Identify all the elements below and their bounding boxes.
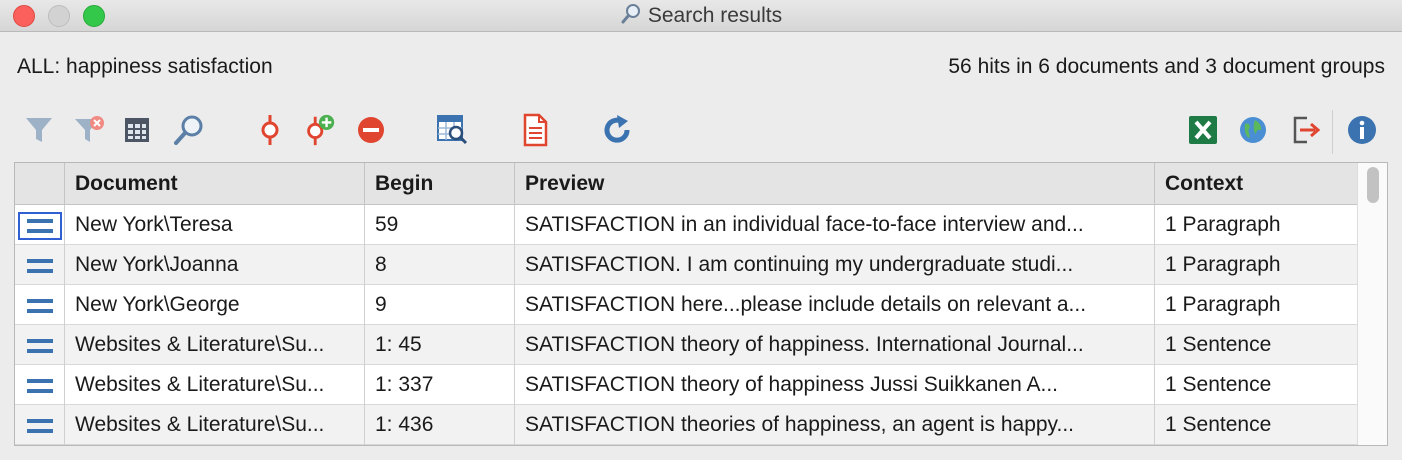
web-export-button[interactable] [1235, 112, 1271, 148]
begin-cell: 1: 337 [365, 365, 515, 405]
magnifier-icon [621, 4, 640, 24]
context-cell: 1 Paragraph [1165, 293, 1281, 316]
info-icon [1348, 116, 1376, 144]
hits-summary: 56 hits in 6 documents and 3 document gr… [948, 55, 1385, 78]
row-open-button[interactable] [18, 252, 62, 280]
title-bar: Search results [0, 0, 1402, 32]
preview-cell: SATISFACTION. I am continuing my undergr… [515, 245, 1155, 285]
columns-button[interactable] [119, 112, 155, 148]
column-header-begin[interactable]: Begin [365, 163, 515, 205]
preview-cell: SATISFACTION theory of happiness. Intern… [515, 325, 1155, 365]
column-header-icon[interactable] [15, 163, 65, 205]
web-export-icon [1240, 117, 1266, 143]
row-icon-cell[interactable] [15, 245, 65, 285]
refresh-icon [604, 115, 630, 143]
table-row[interactable]: New York\George 9 SATISFACTION here...pl… [15, 285, 1357, 325]
document-cell: Websites & Literature\Su... [65, 365, 365, 405]
results-table: Document Begin Preview Context New York\… [14, 162, 1388, 446]
document-cell: Websites & Literature\Su... [65, 405, 365, 445]
table-header: Document Begin Preview Context [15, 163, 1357, 205]
table-search-icon [437, 115, 468, 145]
refresh-button[interactable] [599, 112, 635, 148]
row-open-button[interactable] [18, 212, 62, 240]
table-row[interactable]: New York\Teresa 59 SATISFACTION in an in… [15, 205, 1357, 245]
mark-hit-button[interactable] [252, 112, 288, 148]
begin-cell: 1: 436 [365, 405, 515, 445]
row-open-button[interactable] [18, 372, 62, 400]
table-row[interactable]: New York\Joanna 8 SATISFACTION. I am con… [15, 245, 1357, 285]
row-open-button[interactable] [18, 332, 62, 360]
window-title-wrap: Search results [0, 0, 1402, 32]
document-cell: Websites & Literature\Su... [65, 325, 365, 365]
preview-cell: SATISFACTION in an individual face-to-fa… [515, 205, 1155, 245]
table-row[interactable]: Websites & Literature\Su... 1: 436 SATIS… [15, 405, 1357, 445]
remove-button[interactable] [353, 112, 389, 148]
table-row[interactable]: Websites & Literature\Su... 1: 45 SATISF… [15, 325, 1357, 365]
window-title: Search results [647, 4, 783, 27]
toolbar-separator [1332, 110, 1333, 154]
list-icon [27, 219, 53, 233]
filter-remove-icon [75, 116, 104, 142]
context-cell: 1 Paragraph [1165, 253, 1281, 276]
scrollbar-thumb[interactable] [1367, 167, 1379, 203]
search-query: ALL: happiness satisfaction [17, 55, 273, 78]
remove-icon [358, 117, 384, 143]
search-button[interactable] [171, 112, 207, 148]
excel-export-button[interactable] [1185, 112, 1221, 148]
add-hit-icon [307, 114, 335, 146]
row-icon-cell[interactable] [15, 325, 65, 365]
row-icon-cell[interactable] [15, 205, 65, 245]
export-icon [1293, 116, 1321, 144]
preview-cell: SATISFACTION theories of happiness, an a… [515, 405, 1155, 445]
vertical-scrollbar[interactable] [1357, 163, 1387, 445]
columns-icon [125, 118, 149, 142]
list-icon [27, 259, 53, 273]
document-icon [523, 113, 548, 147]
document-cell: New York\Joanna [65, 245, 365, 285]
document-button[interactable] [517, 112, 553, 148]
list-icon [27, 379, 53, 393]
begin-cell: 9 [365, 285, 515, 325]
preview-cell: SATISFACTION theory of happiness Jussi S… [515, 365, 1155, 405]
document-cell: New York\Teresa [65, 205, 365, 245]
context-cell: 1 Sentence [1165, 333, 1272, 356]
list-icon [27, 419, 53, 433]
row-icon-cell[interactable] [15, 285, 65, 325]
reset-filter-button[interactable] [71, 112, 107, 148]
excel-export-icon [1189, 116, 1217, 144]
row-icon-cell[interactable] [15, 365, 65, 405]
document-cell: New York\George [65, 285, 365, 325]
row-open-button[interactable] [18, 292, 62, 320]
table-search-button[interactable] [434, 112, 470, 148]
table-row[interactable]: Websites & Literature\Su... 1: 337 SATIS… [15, 365, 1357, 405]
context-cell: 1 Sentence [1165, 413, 1272, 436]
list-icon [27, 339, 53, 353]
begin-cell: 1: 45 [365, 325, 515, 365]
row-icon-cell[interactable] [15, 405, 65, 445]
preview-cell: SATISFACTION here...please include detai… [515, 285, 1155, 325]
context-cell: 1 Paragraph [1165, 213, 1281, 236]
info-button[interactable] [1344, 112, 1380, 148]
column-header-preview[interactable]: Preview [515, 163, 1155, 205]
column-header-document[interactable]: Document [65, 163, 365, 205]
begin-cell: 59 [365, 205, 515, 245]
filter-icon [26, 118, 52, 142]
search-icon [174, 115, 203, 145]
add-hit-button[interactable] [301, 112, 337, 148]
filter-button[interactable] [21, 112, 57, 148]
column-header-context[interactable]: Context [1155, 163, 1357, 205]
hit-marker-icon [261, 115, 279, 145]
export-button[interactable] [1287, 112, 1323, 148]
row-open-button[interactable] [18, 412, 62, 440]
begin-cell: 8 [365, 245, 515, 285]
list-icon [27, 299, 53, 313]
context-cell: 1 Sentence [1165, 373, 1272, 396]
